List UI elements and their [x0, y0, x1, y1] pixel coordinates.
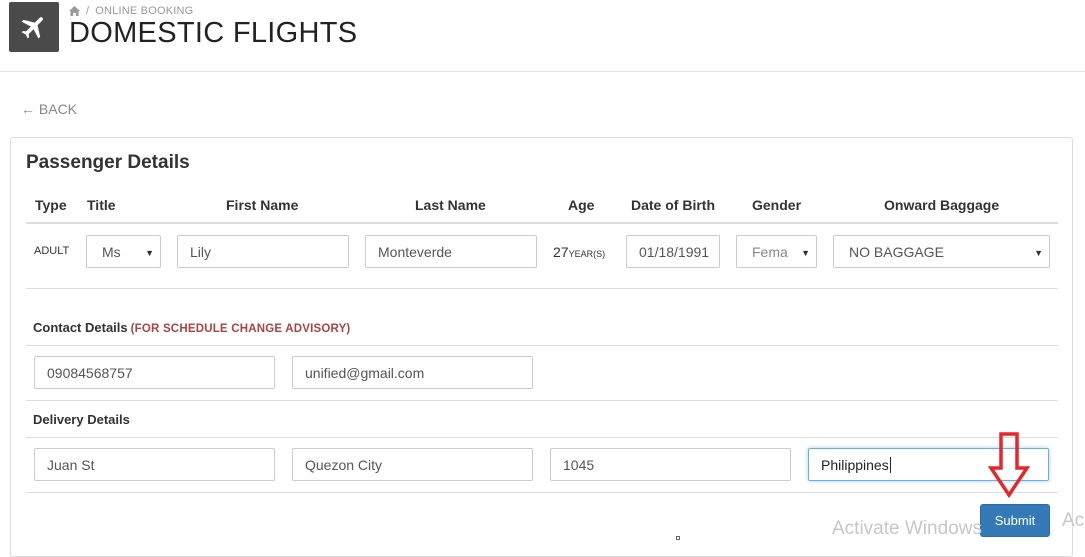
gender-value: Fema: [752, 243, 788, 260]
breadcrumb-online-booking[interactable]: ONLINE BOOKING: [95, 5, 193, 17]
city-input[interactable]: Quezon City: [292, 448, 533, 481]
contact-bottom-divider: [26, 400, 1058, 401]
text-caret: [889, 456, 891, 473]
date-of-birth-input[interactable]: 01/18/1991: [626, 235, 720, 268]
last-name-input[interactable]: Monteverde: [365, 235, 537, 268]
phone-input[interactable]: 09084568757: [34, 356, 275, 389]
breadcrumb-separator: /: [86, 5, 90, 17]
submit-button[interactable]: Submit: [980, 504, 1050, 537]
contact-details-heading: Contact Details (FOR SCHEDULE CHANGE ADVI…: [33, 320, 350, 335]
col-type: Type: [35, 197, 67, 213]
dropdown-caret-icon: ▼: [801, 248, 810, 258]
passenger-panel: Passenger Details Type Title First Name …: [10, 137, 1073, 557]
advisory-note: (FOR SCHEDULE CHANGE ADVISORY): [130, 323, 351, 335]
zip-input[interactable]: 1045: [550, 448, 791, 481]
col-age: Age: [568, 197, 595, 213]
delivery-bottom-divider: [26, 492, 1058, 493]
breadcrumb: / ONLINE BOOKING: [69, 5, 193, 17]
contact-divider: [26, 345, 1058, 346]
contact-details-label: Contact Details: [33, 320, 128, 335]
dropdown-caret-icon: ▼: [145, 248, 154, 258]
airplane-icon: [21, 17, 43, 39]
home-icon[interactable]: [69, 6, 80, 16]
baggage-value: NO BAGGAGE: [849, 243, 944, 260]
logo-tile: [9, 2, 59, 52]
street-input[interactable]: Juan St: [34, 448, 275, 481]
col-first-name: First Name: [226, 197, 299, 213]
passenger-type: ADULT: [34, 245, 70, 257]
col-gender: Gender: [752, 197, 802, 213]
country-value: Philippines: [821, 456, 889, 473]
col-last-name: Last Name: [415, 197, 486, 213]
down-arrow-annotation-icon: [988, 432, 1030, 498]
first-name-input[interactable]: Lily: [177, 235, 349, 268]
col-onward-baggage: Onward Baggage: [884, 197, 1000, 213]
activate-windows-watermark: Activate Windows: [832, 518, 982, 539]
col-title: Title: [87, 197, 116, 213]
age-value: 27: [553, 244, 569, 260]
watermark-partial: Ac: [1062, 510, 1085, 531]
baggage-select[interactable]: NO BAGGAGE ▼: [833, 235, 1050, 268]
age-display: 27YEAR(S): [553, 244, 605, 262]
delivery-details-heading: Delivery Details: [33, 412, 130, 427]
passenger-details-title: Passenger Details: [26, 152, 190, 173]
col-date-of-birth: Date of Birth: [631, 197, 715, 213]
page-title: DOMESTIC FLIGHTS: [69, 17, 358, 49]
delivery-divider: [26, 437, 1058, 438]
age-unit: YEAR(S): [568, 249, 606, 259]
gender-select[interactable]: Fema ▼: [736, 235, 817, 268]
header-divider: [26, 222, 1058, 224]
title-select[interactable]: Ms ▼: [86, 235, 161, 268]
mouse-cursor-icon: [676, 536, 680, 540]
email-input[interactable]: unified@gmail.com: [292, 356, 533, 389]
back-link[interactable]: ← BACK: [21, 101, 77, 117]
page-header: / ONLINE BOOKING DOMESTIC FLIGHTS: [0, 0, 1085, 72]
title-value: Ms: [102, 243, 121, 260]
dropdown-caret-icon: ▼: [1034, 248, 1043, 258]
row-divider: [26, 288, 1058, 289]
